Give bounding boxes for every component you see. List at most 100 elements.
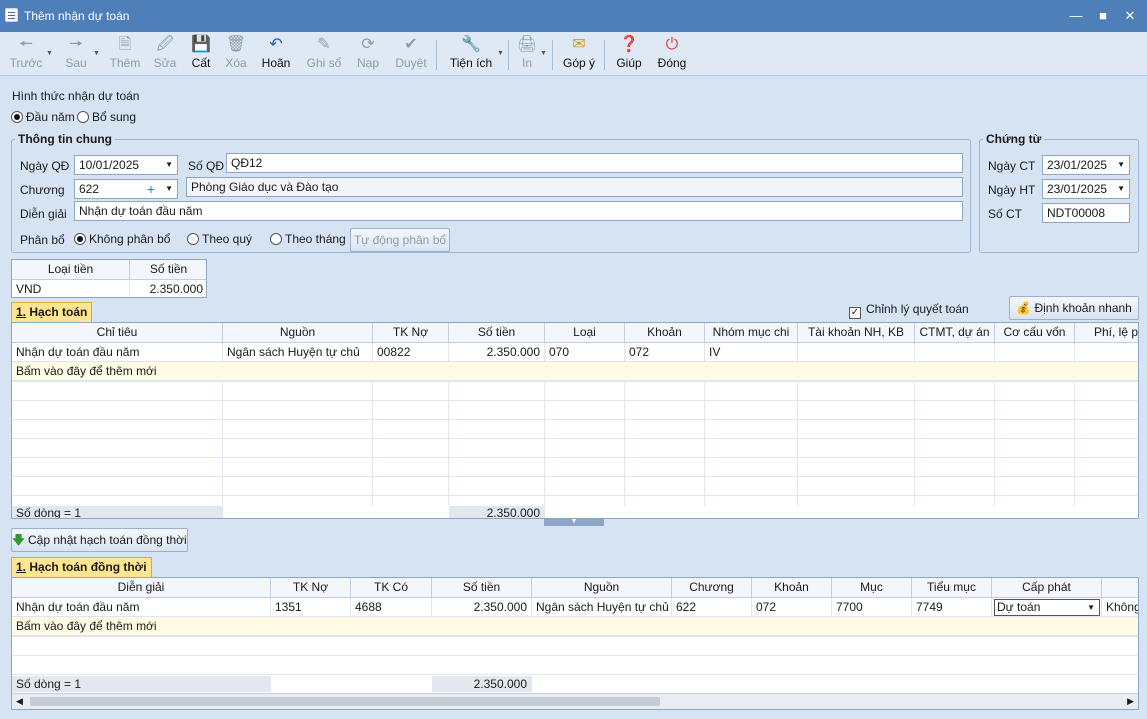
- radio-by-month[interactable]: Theo tháng: [270, 232, 346, 246]
- utility-button[interactable]: 🔧 Tiện ích: [446, 34, 496, 74]
- table-cell[interactable]: [995, 343, 1075, 362]
- prev-dropdown-icon[interactable]: ▼: [46, 50, 53, 57]
- amount-cell[interactable]: 2.350.000: [130, 280, 206, 297]
- table-cell[interactable]: 1351: [271, 598, 351, 617]
- allocation-select[interactable]: Dự toán ▼: [992, 598, 1102, 617]
- scroll-right-icon[interactable]: ▶: [1127, 696, 1134, 707]
- power-icon: ⏻: [665, 36, 679, 53]
- table-cell[interactable]: Không: [1102, 598, 1138, 617]
- table-cell[interactable]: 2.350.000: [449, 343, 545, 362]
- print-dropdown-icon[interactable]: ▼: [540, 50, 547, 57]
- voucher-title: Chứng từ: [983, 132, 1045, 146]
- table-cell[interactable]: [915, 343, 995, 362]
- total-amount: 2.350.000: [449, 506, 545, 518]
- plus-icon[interactable]: +: [147, 180, 155, 198]
- chevron-down-icon[interactable]: ▼: [1087, 600, 1095, 615]
- app-icon: [5, 8, 18, 22]
- table-cell[interactable]: 2.350.000: [432, 598, 532, 617]
- auto-allocate-button[interactable]: Tự động phân bổ: [350, 228, 450, 252]
- horizontal-scrollbar[interactable]: ◀ ▶: [12, 693, 1138, 709]
- column-header: TK Nợ: [271, 578, 351, 598]
- grid-line: [994, 381, 995, 506]
- title-bar: Thêm nhận dự toán — ■ ✕: [0, 0, 1147, 32]
- tab-simultaneous[interactable]: 1. Hạch toán đồng thời: [11, 557, 152, 577]
- table-cell[interactable]: [798, 343, 915, 362]
- next-button[interactable]: 🠖 Sau: [56, 34, 96, 74]
- radio-supplement[interactable]: Bổ sung: [77, 110, 136, 124]
- column-header: Mục: [832, 578, 912, 598]
- radio-start-year[interactable]: Đầu năm: [11, 110, 75, 124]
- load-button[interactable]: ⟳ Nạp: [352, 34, 384, 74]
- grid-line: [1074, 381, 1075, 506]
- column-header: Tiểu mục: [912, 578, 992, 598]
- toolbar-separator: [436, 40, 437, 70]
- radio-by-quarter[interactable]: Theo quý: [187, 232, 252, 246]
- chevron-down-icon[interactable]: ▼: [1117, 180, 1125, 198]
- next-dropdown-icon[interactable]: ▼: [93, 50, 100, 57]
- radio-no-allocation[interactable]: Không phân bổ: [74, 232, 170, 246]
- radio-icon: [11, 111, 23, 123]
- column-header: Số tiền: [449, 323, 545, 343]
- table-cell[interactable]: [1075, 343, 1138, 362]
- chevron-down-icon[interactable]: ▼: [165, 156, 173, 174]
- print-button[interactable]: 🖨 In: [514, 34, 540, 74]
- post-button[interactable]: ✎ Ghi sổ: [302, 34, 346, 74]
- approve-button[interactable]: ✔ Duyệt: [392, 34, 430, 74]
- prev-button[interactable]: 🠔 Trước: [6, 34, 46, 74]
- table-cell[interactable]: IV: [705, 343, 798, 362]
- scroll-left-icon[interactable]: ◀: [16, 696, 23, 707]
- table-cell[interactable]: 4688: [351, 598, 432, 617]
- add-new-row[interactable]: Bấm vào đây để thêm mới: [12, 362, 1138, 381]
- table-cell[interactable]: Ngân sách Huyện tự chủ: [223, 343, 373, 362]
- undo-button[interactable]: ↶ Hoãn: [258, 34, 294, 74]
- chevron-down-icon[interactable]: ▼: [165, 180, 173, 198]
- currency-cell[interactable]: VND: [12, 280, 130, 297]
- adjust-settlement-checkbox[interactable]: ✓ Chỉnh lý quyết toán: [849, 302, 969, 319]
- tab-accounting[interactable]: 1. Hạch toán: [11, 302, 93, 322]
- voucher-no-label: Số CT: [988, 207, 1023, 221]
- edit-button[interactable]: 🖉 Sửa: [148, 34, 182, 74]
- add-button[interactable]: 🗎 Thêm: [106, 34, 144, 74]
- table-cell[interactable]: 072: [752, 598, 832, 617]
- minimize-button[interactable]: —: [1066, 6, 1086, 26]
- close-window-button[interactable]: ✕: [1120, 6, 1140, 26]
- column-header: Cơ cấu vốn: [995, 323, 1075, 343]
- delete-button[interactable]: 🗑 Xóa: [220, 34, 252, 74]
- form-type-label: Hình thức nhận dự toán: [12, 89, 140, 103]
- quick-entry-button[interactable]: 💰 Định khoản nhanh: [1009, 296, 1139, 320]
- help-button[interactable]: ❓ Giúp: [612, 34, 646, 74]
- column-header: Diễn giải: [12, 578, 271, 598]
- column-header: Chỉ tiêu: [12, 323, 223, 343]
- voucher-date-field[interactable]: 23/01/2025 ▼: [1042, 155, 1130, 175]
- utility-dropdown-icon[interactable]: ▼: [497, 50, 504, 57]
- table-cell[interactable]: Nhận dự toán đầu năm: [12, 343, 223, 362]
- table-cell[interactable]: Ngân sách Huyện tự chủ: [532, 598, 672, 617]
- save-button[interactable]: 💾 Cất: [186, 34, 216, 74]
- description-field[interactable]: Nhận dự toán đầu năm: [74, 201, 963, 221]
- posting-date-label: Ngày HT: [988, 183, 1036, 197]
- close-button[interactable]: ⏻ Đóng: [654, 34, 690, 74]
- feedback-button[interactable]: ✉ Góp ý: [560, 34, 598, 74]
- voucher-no-field[interactable]: NDT00008: [1042, 203, 1130, 223]
- decision-date-field[interactable]: 10/01/2025 ▼: [74, 155, 178, 175]
- chapter-field[interactable]: 622 + ▼: [74, 179, 178, 199]
- decision-no-field[interactable]: QĐ12: [226, 153, 963, 173]
- table-cell[interactable]: 622: [672, 598, 752, 617]
- table-cell[interactable]: 7700: [832, 598, 912, 617]
- table-cell[interactable]: 070: [545, 343, 625, 362]
- column-header: Số tiền: [130, 260, 206, 280]
- update-simultaneous-button[interactable]: 🡇 Cập nhật hạch toán đồng thời: [11, 528, 188, 552]
- splitter-handle[interactable]: ▼: [544, 518, 604, 526]
- table-cell[interactable]: 7749: [912, 598, 992, 617]
- column-header: Số tiền: [432, 578, 532, 598]
- chevron-down-icon[interactable]: ▼: [1117, 156, 1125, 174]
- add-new-row[interactable]: Bấm vào đây để thêm mới: [12, 617, 1138, 636]
- posting-date-field[interactable]: 23/01/2025 ▼: [1042, 179, 1130, 199]
- table-cell[interactable]: Nhận dự toán đầu năm: [12, 598, 271, 617]
- floppy-disk-icon: 💾: [191, 36, 211, 53]
- grid-line: [222, 381, 223, 506]
- table-cell[interactable]: 072: [625, 343, 705, 362]
- scrollbar-thumb[interactable]: [30, 697, 660, 706]
- table-cell[interactable]: 00822: [373, 343, 449, 362]
- maximize-button[interactable]: ■: [1093, 6, 1113, 26]
